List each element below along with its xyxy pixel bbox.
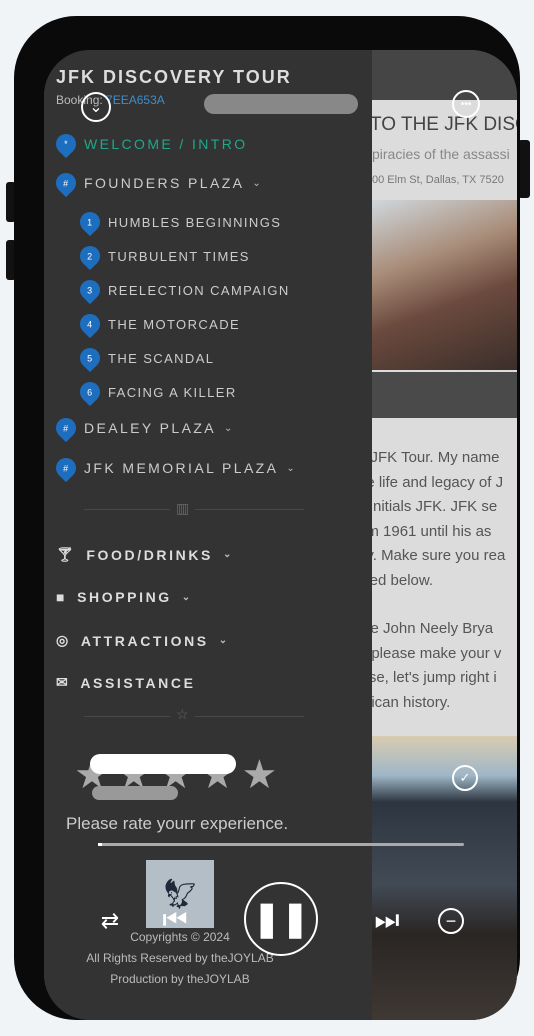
content-line: erican history. (358, 693, 451, 711)
content-heading: TO THE JFK DISC (370, 114, 517, 135)
app-title: JFK DISCOVERY TOUR (56, 67, 292, 87)
previous-track-icon[interactable]: ⏮︎ (160, 902, 190, 938)
star-icon[interactable]: ★ (241, 752, 277, 798)
bag-icon: ■ (56, 589, 68, 605)
pin-icon: 6 (75, 377, 105, 407)
nav-founders-plaza[interactable]: # FOUNDERS PLAZA ⌄ (51, 168, 261, 198)
jfk-photo (372, 200, 517, 370)
pin-icon: 3 (75, 275, 105, 305)
chevron-down-icon: ⌄ (286, 462, 295, 474)
booking-value: 7EEA653A (106, 93, 165, 107)
category-food-drinks[interactable]: 🍸︎ FOOD/DRINKS ⌄ (56, 546, 231, 563)
next-track-icon[interactable]: ⏭︎ (372, 902, 402, 938)
nav-welcome-intro[interactable]: * WELCOME / INTRO (51, 129, 248, 159)
overlay-pill (92, 786, 178, 800)
screen: TO THE JFK DISC piracies of the assassi … (44, 50, 517, 1020)
nav-sub-item[interactable]: 2 TURBULENT TIMES (75, 241, 250, 271)
star-outline-icon: ☆ (170, 706, 195, 723)
content-line: vise, let's jump right i (358, 669, 497, 686)
pause-button[interactable]: ❚❚ (244, 882, 318, 956)
media-bar (372, 372, 517, 418)
content-subtitle: piracies of the assassi (372, 146, 510, 162)
content-card: TO THE JFK DISC piracies of the assassi … (358, 100, 517, 1020)
nav-label: FACING A KILLER (108, 384, 237, 400)
category-shopping[interactable]: ■ SHOPPING ⌄ (56, 589, 190, 605)
pin-icon: * (51, 129, 81, 159)
footer-production: Production by theJOYLAB (110, 972, 250, 986)
repeat-icon[interactable]: ⇄ (96, 907, 124, 935)
nav-label: TURBULENT TIMES (108, 248, 250, 264)
camera-icon: ◎ (56, 632, 71, 648)
chevron-down-icon: ⌄ (181, 591, 191, 603)
map-icon: ▥ (170, 500, 196, 517)
map-background (372, 50, 517, 100)
nav-sub-item[interactable]: 5 THE SCANDAL (75, 343, 215, 373)
nav-sub-item[interactable]: 3 REELECTION CAMPAIGN (75, 275, 290, 305)
nav-sub-item[interactable]: 1 HUMBLES BEGINNINGS (75, 207, 282, 237)
content-panel: TO THE JFK DISC piracies of the assassi … (358, 50, 517, 1020)
content-line: e JFK Tour. My name (358, 449, 500, 466)
nav-sub-item[interactable]: 4 THE MOTORCADE (75, 309, 241, 339)
drag-handle[interactable] (204, 94, 358, 114)
playback-progress[interactable] (98, 843, 464, 846)
content-line: ), please make your v (358, 644, 502, 662)
pin-icon: 2 (75, 241, 105, 271)
content-line: ay. Make sure you rea (358, 547, 506, 564)
nav-label: THE SCANDAL (108, 350, 215, 366)
pin-icon: # (51, 168, 81, 198)
pin-icon: # (51, 453, 81, 483)
overlay-pill (90, 754, 236, 774)
nav-label: WELCOME / INTRO (84, 136, 248, 152)
nav-label: DEALEY PLAZA (84, 420, 217, 436)
mail-icon: ✉ (56, 674, 71, 690)
phone-frame: TO THE JFK DISC piracies of the assassi … (14, 16, 520, 1020)
content-line: he life and legacy of J (358, 473, 504, 491)
nav-drawer: JFK DISCOVERY TOUR Booking: 7EEA653A * WE… (44, 50, 372, 1020)
nav-label: JFK MEMORIAL PLAZA (84, 460, 279, 476)
pin-icon: 1 (75, 207, 105, 237)
pin-icon: 5 (75, 343, 105, 373)
nav-sub-item[interactable]: 6 FACING A KILLER (75, 377, 237, 407)
chevron-down-icon: ⌄ (222, 549, 232, 560)
cocktail-icon: 🍸︎ (56, 546, 77, 562)
more-options-icon[interactable]: ••• (452, 90, 480, 118)
nav-label: THE MOTORCADE (108, 316, 241, 332)
nav-jfk-memorial-plaza[interactable]: # JFK MEMORIAL PLAZA ⌄ (51, 453, 295, 483)
nav-label: REELECTION CAMPAIGN (108, 282, 290, 298)
category-attractions[interactable]: ◎ ATTRACTIONS ⌄ (56, 632, 227, 649)
pin-icon: # (51, 413, 81, 443)
pin-icon: 4 (75, 309, 105, 339)
content-body: e JFK Tour. My name he life and legacy of… (358, 446, 517, 739)
nav-label: HUMBLES BEGINNINGS (108, 214, 282, 230)
log-cabin-photo (372, 736, 517, 1020)
chevron-down-icon: ⌄ (224, 422, 233, 434)
chevron-down-icon: ⌄ (252, 177, 261, 189)
content-line: sted below. (358, 571, 434, 589)
collapse-chevron-icon[interactable]: ⌄ (81, 92, 111, 122)
nav-dealey-plaza[interactable]: # DEALEY PLAZA ⌄ (51, 413, 233, 443)
content-line: the John Neely Brya (358, 620, 494, 637)
check-icon[interactable]: ✓ (452, 765, 478, 791)
nav-label: FOUNDERS PLAZA (84, 175, 245, 191)
category-assistance[interactable]: ✉ ASSISTANCE (56, 674, 196, 691)
minus-icon[interactable]: − (438, 908, 464, 934)
content-line: s initials JFK. JFK se (358, 498, 498, 515)
rating-prompt: Please rate yourr experience. (66, 814, 289, 833)
chevron-down-icon: ⌄ (218, 635, 228, 646)
content-line: om 1961 until his as (358, 522, 492, 540)
content-address: 00 Elm St, Dallas, TX 7520 (372, 174, 504, 186)
